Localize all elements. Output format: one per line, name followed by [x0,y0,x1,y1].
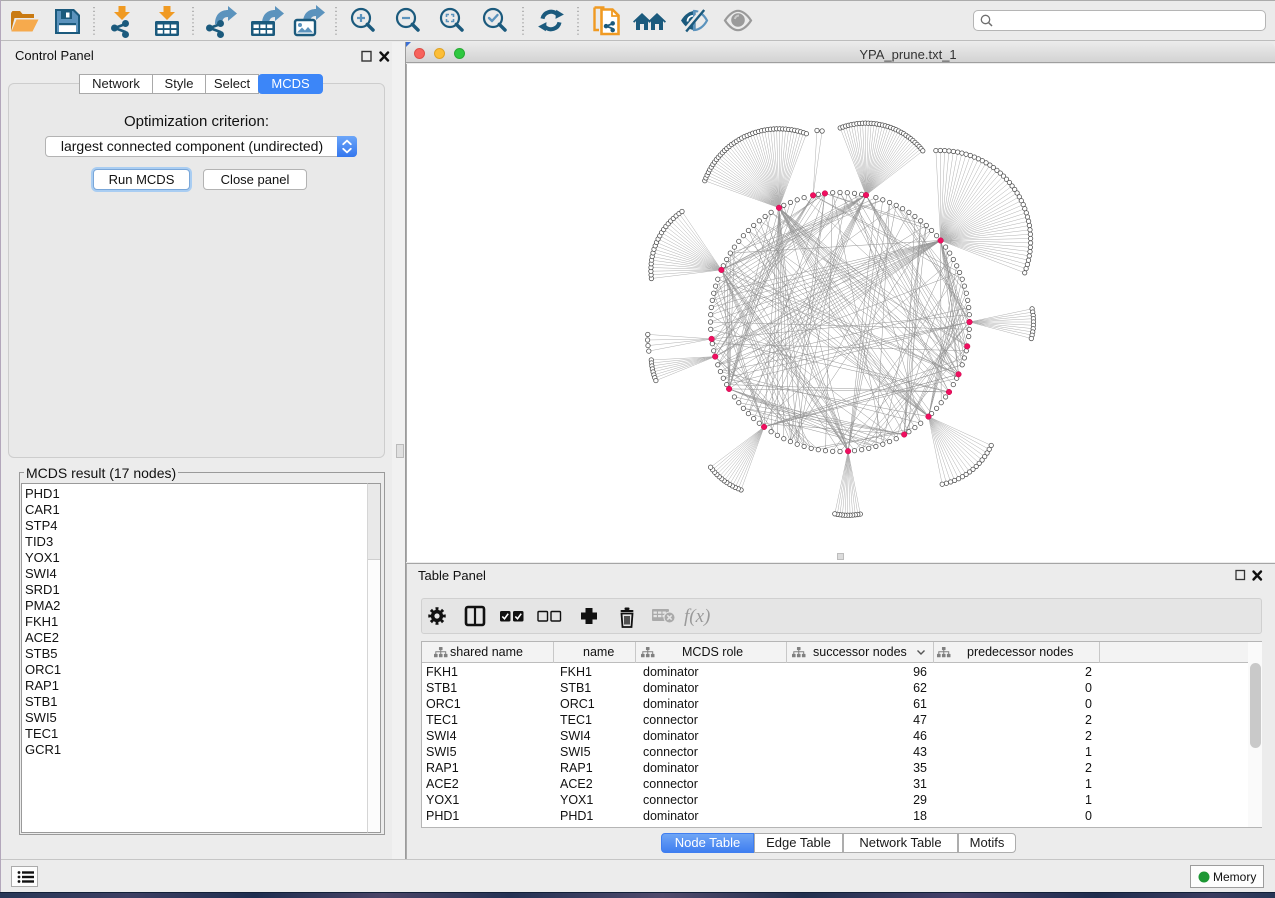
svg-text:f(x): f(x) [684,606,710,627]
